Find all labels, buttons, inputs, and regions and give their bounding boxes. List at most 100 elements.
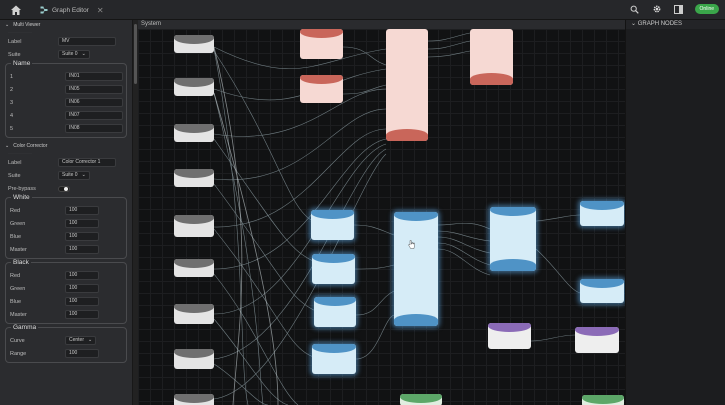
graph-node[interactable]: [575, 327, 619, 353]
field-caption: Range: [10, 350, 27, 357]
graph-node[interactable]: [580, 279, 624, 303]
field-caption: Red: [10, 272, 21, 279]
node-header: [394, 212, 438, 221]
node-header: [174, 35, 214, 44]
suite-caption: Suite: [8, 172, 21, 179]
graph-node[interactable]: [580, 201, 624, 226]
graph-node[interactable]: [174, 35, 214, 53]
chevron-down-icon: ⌄: [631, 21, 638, 27]
section-title: Color Corrector: [13, 143, 48, 149]
suite-select[interactable]: Suite 0 ⌄: [58, 50, 90, 59]
name-input[interactable]: IN07: [65, 111, 123, 120]
graph-nodes-header[interactable]: ⌄ GRAPH NODES: [626, 20, 725, 29]
suite-value: Suite 0: [62, 51, 78, 57]
chevron-down-icon: ⌄: [5, 143, 10, 149]
graph-node[interactable]: [174, 124, 214, 142]
node-footer: [470, 73, 513, 85]
white-green-input[interactable]: 100: [65, 219, 99, 228]
gamma-range-input[interactable]: 100: [65, 349, 99, 358]
node-header: [580, 279, 624, 288]
white-red-input[interactable]: 100: [65, 206, 99, 215]
suite-select[interactable]: Suite 0 ⌄: [58, 171, 90, 180]
name-index: 5: [10, 125, 14, 132]
chevron-down-icon: ⌄: [81, 51, 86, 57]
graph-node[interactable]: [174, 215, 214, 237]
graph-node[interactable]: [582, 395, 624, 405]
graph-nodes-title: GRAPH NODES: [637, 21, 683, 27]
graph-icon: [40, 6, 48, 14]
section-color-corrector[interactable]: ⌄ Color Corrector: [0, 141, 132, 151]
field-caption: Blue: [10, 233, 22, 240]
black-green-input[interactable]: 100: [65, 284, 99, 293]
graph-node[interactable]: [174, 259, 214, 277]
gear-icon[interactable]: [651, 3, 663, 15]
section-multiviewer[interactable]: ⌄ Multi Viewer: [0, 20, 132, 30]
name-input[interactable]: IN05: [65, 85, 123, 94]
suite-value: Suite 0: [62, 172, 78, 178]
node-header: [174, 394, 214, 403]
graph-node[interactable]: [174, 394, 214, 405]
bypass-toggle[interactable]: [58, 185, 70, 192]
search-icon[interactable]: [629, 3, 641, 15]
name-index: 2: [10, 86, 14, 93]
node-header: [174, 78, 214, 87]
node-header: [575, 327, 619, 336]
node-header: [300, 75, 343, 84]
node-footer: [394, 314, 438, 326]
node-header: [174, 169, 214, 178]
name-row: 4 IN07: [6, 109, 126, 122]
graph-node[interactable]: [400, 394, 442, 405]
black-row: Red 100: [6, 269, 126, 282]
field-caption: Green: [10, 220, 26, 227]
black-blue-input[interactable]: 100: [65, 297, 99, 306]
graph-node[interactable]: [488, 323, 531, 349]
name-group: Name 1 IN01 2 IN05 3 IN06 4 IN07 5 IN08: [5, 60, 127, 138]
white-blue-input[interactable]: 100: [65, 232, 99, 241]
canvas-header: System: [138, 20, 625, 29]
graph-node[interactable]: [300, 75, 343, 103]
graph-canvas[interactable]: [138, 29, 625, 405]
suite-row: Suite Suite 0 ⌄: [0, 169, 132, 182]
label-input[interactable]: MV: [58, 37, 116, 46]
field-caption: Blue: [10, 298, 22, 305]
name-index: 1: [10, 73, 14, 80]
graph-node[interactable]: [311, 210, 354, 240]
field-caption: Red: [10, 207, 21, 214]
home-icon[interactable]: [10, 4, 22, 16]
black-master-input[interactable]: 100: [65, 310, 99, 319]
graph-node[interactable]: [314, 297, 356, 327]
gamma-curve-row: Curve Center ⌄: [6, 334, 126, 347]
white-row: Blue 100: [6, 230, 126, 243]
section-title: Multi Viewer: [13, 22, 41, 28]
tab-close-icon[interactable]: ✕: [97, 6, 104, 15]
name-row: 3 IN06: [6, 96, 126, 109]
name-input[interactable]: IN01: [65, 72, 123, 81]
field-caption: Master: [10, 246, 27, 253]
gamma-curve-select[interactable]: Center ⌄: [65, 336, 97, 345]
graph-node[interactable]: [470, 29, 513, 85]
white-master-input[interactable]: 100: [65, 245, 99, 254]
graph-node[interactable]: [312, 254, 355, 284]
graph-node[interactable]: [490, 207, 536, 271]
name-group-title: Name: [11, 60, 33, 67]
graph-node[interactable]: [386, 29, 428, 141]
name-input[interactable]: IN06: [65, 98, 123, 107]
black-group: Black Red 100 Green 100 Blue 100 Master 100: [5, 259, 127, 324]
node-header: [311, 210, 354, 219]
graph-node-selected[interactable]: [394, 212, 438, 326]
label-input[interactable]: Color Corrector 1: [58, 158, 116, 167]
graph-node[interactable]: [174, 304, 214, 324]
graph-node[interactable]: [174, 349, 214, 369]
field-caption: Master: [10, 311, 27, 318]
panel-toggle-icon[interactable]: [673, 3, 685, 15]
graph-node[interactable]: [174, 78, 214, 96]
name-input[interactable]: IN08: [65, 124, 123, 133]
black-red-input[interactable]: 100: [65, 271, 99, 280]
graph-node[interactable]: [174, 169, 214, 187]
graph-node[interactable]: [312, 344, 356, 374]
white-row: Green 100: [6, 217, 126, 230]
tab-title: Graph Editor: [52, 6, 89, 14]
graph-node[interactable]: [300, 29, 343, 59]
tab-graph-editor[interactable]: Graph Editor ✕: [36, 3, 110, 17]
status-badge: Online: [694, 4, 719, 14]
